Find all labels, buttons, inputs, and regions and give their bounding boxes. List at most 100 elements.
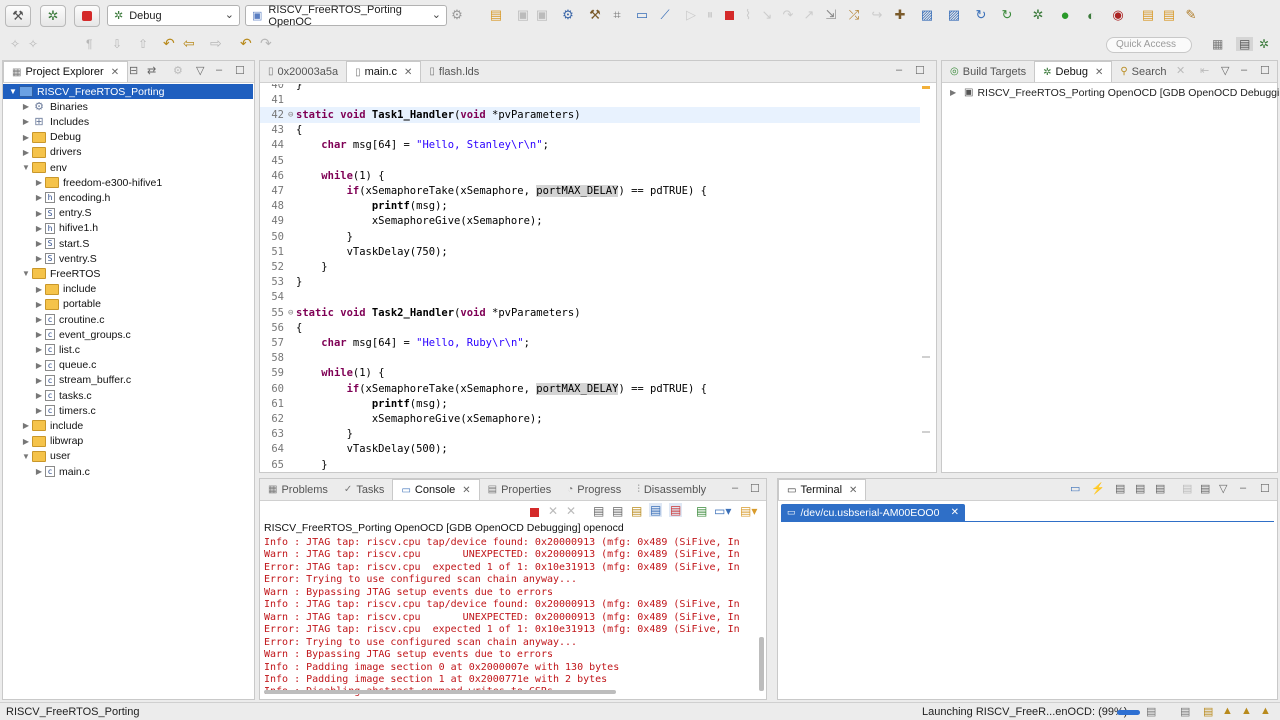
clear-icon[interactable]: ▤: [1135, 482, 1145, 495]
code-editor[interactable]: 40} 41 42 ⊖ static void Task1_Handler(void *…: [260, 84, 936, 472]
fold-toggle-icon[interactable]: ⊖: [288, 110, 296, 120]
code-line[interactable]: 52 }: [260, 259, 920, 274]
code-line[interactable]: 64 vTaskDelay(500);: [260, 442, 920, 457]
code-line[interactable]: 48 printf(msg);: [260, 199, 920, 214]
tab-disassembly[interactable]: ⫶ Disassembly: [629, 479, 714, 500]
collapsed-arrow-icon[interactable]: ▶: [33, 300, 45, 309]
cancel-progress-icon[interactable]: ▤: [1146, 705, 1156, 718]
expanded-arrow-icon[interactable]: ▼: [7, 87, 19, 96]
tab-console[interactable]: ▭ Console ✕: [392, 479, 480, 500]
build-status-icon[interactable]: ▤: [1180, 705, 1190, 718]
stop-launch-button[interactable]: [74, 5, 100, 27]
undo-icon[interactable]: ↶: [240, 35, 252, 52]
code-line[interactable]: 42 ⊖ static void Task1_Handler(void *pvPar…: [260, 107, 920, 123]
view-menu-icon[interactable]: ▽: [1219, 482, 1227, 495]
code-line[interactable]: 55 ⊖ static void Task2_Handler(void *pvPar…: [260, 305, 920, 320]
code-line[interactable]: 59 while(1) {: [260, 366, 920, 381]
minimize-icon[interactable]: –: [1240, 482, 1246, 494]
copy-icon[interactable]: ▤: [1182, 482, 1192, 495]
tab-editor-file[interactable]: ▯ main.c ✕: [346, 61, 422, 82]
tab-editor-file[interactable]: ▯ 0x20003a5a: [260, 61, 346, 82]
cap-icon[interactable]: ▲: [1222, 705, 1233, 717]
save-all-button[interactable]: ▣: [531, 5, 553, 25]
minimize-icon[interactable]: –: [216, 64, 222, 76]
code-line[interactable]: 50 }: [260, 229, 920, 244]
collapsed-arrow-icon[interactable]: ▶: [33, 330, 45, 339]
terminal-session-tab[interactable]: ▭ /dev/cu.usbserial-AM00EOO0 ✕: [781, 504, 965, 521]
tree-item[interactable]: ▼ FreeRTOS: [3, 266, 100, 281]
show-on-error-icon[interactable]: ▤: [669, 503, 683, 517]
close-icon[interactable]: ✕: [849, 485, 857, 496]
remove-all-icon[interactable]: ✕: [566, 504, 576, 518]
remove-launch-icon[interactable]: ✕: [548, 504, 558, 518]
collapsed-arrow-icon[interactable]: ▶: [20, 117, 32, 126]
scroll-lock-icon[interactable]: ▤: [612, 504, 623, 518]
code-line[interactable]: 62 xSemaphoreGive(xSemaphore);: [260, 411, 920, 426]
tools-button[interactable]: ✚: [889, 5, 911, 25]
tree-item[interactable]: ▶ drivers: [3, 145, 82, 160]
horizontal-scrollbar[interactable]: [264, 690, 616, 694]
tree-item[interactable]: ▶ portable: [3, 297, 101, 312]
open-folder-button[interactable]: ▤: [1158, 5, 1180, 25]
tree-item[interactable]: ▶ h encoding.h: [3, 190, 110, 205]
new-class-button[interactable]: ▨: [916, 5, 938, 25]
tree-item[interactable]: ▶ Sstart.S: [3, 236, 89, 251]
paragraph-icon[interactable]: ¶: [86, 37, 92, 51]
code-line[interactable]: 45: [260, 153, 920, 168]
quick-access-input[interactable]: Quick Access: [1106, 37, 1192, 53]
collapsed-arrow-icon[interactable]: ▶: [33, 254, 45, 263]
minimize-icon[interactable]: –: [896, 64, 902, 76]
run-button[interactable]: ●: [1054, 5, 1076, 25]
minimize-icon[interactable]: –: [1241, 64, 1247, 76]
collapsed-arrow-icon[interactable]: ▶: [33, 376, 45, 385]
open-type-button[interactable]: ▤: [1137, 5, 1159, 25]
redo-icon[interactable]: ↷: [260, 35, 272, 52]
tab-progress[interactable]: ◔ Progress: [559, 479, 629, 500]
code-line[interactable]: 61 printf(msg);: [260, 396, 920, 411]
code-line[interactable]: 58: [260, 351, 920, 366]
terminal-button[interactable]: ▭: [631, 5, 653, 25]
collapsed-arrow-icon[interactable]: ▶: [20, 437, 32, 446]
code-line[interactable]: 49 xSemaphoreGive(xSemaphore);: [260, 214, 920, 229]
collapsed-arrow-icon[interactable]: ▶: [20, 102, 32, 111]
tree-item[interactable]: ▶ libwrap: [3, 434, 83, 449]
tab-search[interactable]: ⚲ Search: [1112, 61, 1174, 82]
tab-editor-file[interactable]: ▯ flash.lds: [421, 61, 487, 82]
terminal-body[interactable]: ▭ /dev/cu.usbserial-AM00EOO0 ✕: [778, 502, 1277, 699]
coverage-button[interactable]: ◐: [1080, 5, 1102, 25]
tab-project-explorer[interactable]: ▦ Project Explorer ✕: [3, 61, 129, 82]
close-icon[interactable]: ✕: [404, 67, 412, 78]
console-output[interactable]: Info : JTAG tap: riscv.cpu tap/device fo…: [260, 537, 766, 699]
forward-icon[interactable]: ⇨: [210, 35, 222, 52]
maximize-icon[interactable]: ☐: [915, 64, 925, 77]
collapsed-arrow-icon[interactable]: ▶: [33, 315, 45, 324]
launch-config-select[interactable]: ▣ RISCV_FreeRTOS_Porting OpenOC ⌄: [245, 4, 447, 28]
build-button[interactable]: ⚒: [584, 5, 606, 25]
code-line[interactable]: 53}: [260, 275, 920, 290]
collapsed-arrow-icon[interactable]: ▶: [20, 148, 32, 157]
new-folder-button[interactable]: ▨: [943, 5, 965, 25]
remove-terminated-icon[interactable]: ✕: [1176, 64, 1185, 77]
maximize-icon[interactable]: ☐: [235, 64, 245, 77]
show-on-output-icon[interactable]: ▤: [649, 503, 663, 517]
collapsed-arrow-icon[interactable]: ▶: [33, 361, 45, 370]
fold-toggle-icon[interactable]: ⊖: [288, 308, 296, 318]
step-over-button[interactable]: ↷: [777, 5, 799, 25]
pen-button[interactable]: ✎: [1180, 5, 1202, 25]
collapsed-arrow-icon[interactable]: ▶: [33, 193, 45, 202]
run-last-button[interactable]: ↪: [866, 5, 888, 25]
collapsed-arrow-icon[interactable]: ▶: [33, 391, 45, 400]
back-icon[interactable]: ⇦: [183, 35, 195, 52]
open-perspective-button[interactable]: ⤮: [843, 5, 865, 25]
tree-item[interactable]: ▼ user: [3, 449, 70, 464]
minimize-icon[interactable]: –: [732, 482, 738, 494]
scroll-lock-icon[interactable]: ▤: [1115, 482, 1125, 495]
expanded-arrow-icon[interactable]: ▼: [20, 452, 32, 461]
tree-item[interactable]: ▼ env: [3, 160, 67, 175]
collapsed-arrow-icon[interactable]: ▶: [33, 467, 45, 476]
close-icon[interactable]: ✕: [1095, 67, 1103, 78]
collapsed-arrow-icon[interactable]: ▶: [33, 406, 45, 415]
code-line[interactable]: 54: [260, 290, 920, 305]
collapsed-arrow-icon[interactable]: ▶: [33, 239, 45, 248]
history-button[interactable]: ↻: [996, 5, 1018, 25]
